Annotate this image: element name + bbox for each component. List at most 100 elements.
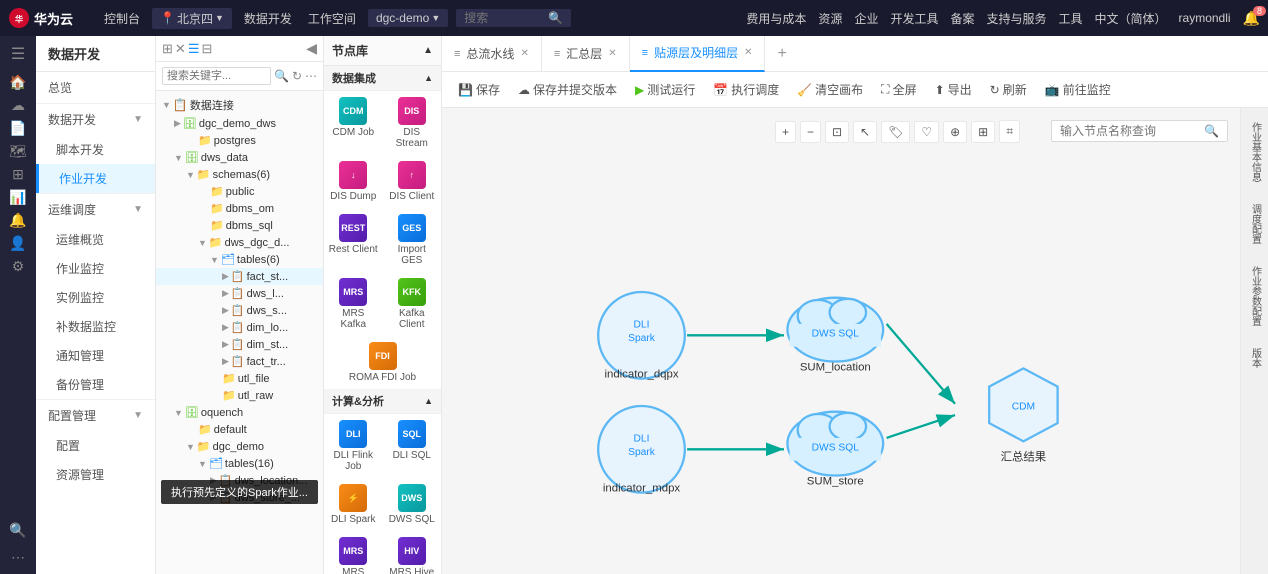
tab-summary-close[interactable]: ✕ bbox=[608, 48, 616, 59]
refresh-button[interactable]: ↻ 刷新 bbox=[982, 79, 1035, 100]
sidebar-icon-more[interactable]: ⋯ bbox=[11, 549, 25, 566]
tag-btn[interactable]: 🏷 bbox=[881, 121, 910, 143]
fit-screen-btn[interactable]: ⊡ bbox=[825, 121, 849, 143]
tree-node-dim-lo[interactable]: ▶ 📋 dim_lo... bbox=[156, 319, 323, 336]
zoom-out-btn[interactable]: − bbox=[800, 121, 821, 143]
tree-node-tables6[interactable]: ▼ 🗂 tables(6) bbox=[156, 251, 323, 268]
nav-item-job-monitor[interactable]: 作业监控 bbox=[36, 254, 155, 283]
nav-location[interactable]: 📍 北京四 ▼ bbox=[152, 8, 232, 29]
nav-item-overview[interactable]: 总览 bbox=[36, 72, 155, 103]
tree-node-public[interactable]: 📁 public bbox=[156, 183, 323, 200]
nav-item-resources[interactable]: 资源管理 bbox=[36, 460, 155, 489]
tree-node-schemas[interactable]: ▼ 📁 schemas(6) bbox=[156, 166, 323, 183]
nav-user[interactable]: raymondli bbox=[1179, 11, 1231, 25]
tree-node-dws-l[interactable]: ▶ 📋 dws_l... bbox=[156, 285, 323, 302]
node-item-mrs-kafka[interactable]: MRS MRS Kafka bbox=[324, 272, 383, 336]
tree-collapse-icon[interactable]: ◀ bbox=[306, 40, 317, 57]
tree-node-oquench[interactable]: ▼ 🗄 oquench bbox=[156, 404, 323, 421]
tree-node-connections[interactable]: ▼ 📋 数据连接 bbox=[156, 95, 323, 115]
prev-monitor-button[interactable]: 📺 前往监控 bbox=[1037, 79, 1119, 100]
nav-item-notify[interactable]: 通知管理 bbox=[36, 341, 155, 370]
tree-search-input[interactable] bbox=[162, 67, 271, 85]
tree-node-utl-raw[interactable]: 📁 utl_raw bbox=[156, 387, 323, 404]
nav-support[interactable]: 支持与服务 bbox=[986, 10, 1046, 27]
tree-icon4[interactable]: ⊟ bbox=[201, 41, 212, 57]
node-item-dis-stream[interactable]: DIS DIS Stream bbox=[383, 91, 442, 155]
export-button[interactable]: ⬆ 导出 bbox=[927, 79, 980, 100]
tab-add-button[interactable]: + bbox=[765, 45, 798, 63]
right-panel-item-version[interactable]: 版本 bbox=[1247, 342, 1263, 374]
tree-node-dbms-sql[interactable]: 📁 dbms_sql bbox=[156, 217, 323, 234]
sidebar-icon-gear[interactable]: ⚙ bbox=[12, 258, 25, 275]
node-connect-btn[interactable]: ⊞ bbox=[971, 121, 995, 143]
tree-more-icon[interactable]: ⋯ bbox=[305, 69, 317, 83]
node-lib-header[interactable]: 节点库 ▲ bbox=[324, 36, 441, 66]
node-item-mrs-hive-sql[interactable]: HIV MRS Hive SQL bbox=[383, 531, 442, 574]
tab-pipeline[interactable]: ≡ 总流水线 ✕ bbox=[442, 36, 542, 72]
right-panel-item-job-info[interactable]: 作业基本信息 bbox=[1247, 116, 1263, 188]
test-run-button[interactable]: ▶ 测试运行 bbox=[627, 79, 703, 100]
nav-item-data-monitor[interactable]: 补数据监控 bbox=[36, 312, 155, 341]
tree-node-default[interactable]: 📁 default bbox=[156, 421, 323, 438]
node-item-dws-sql[interactable]: DWS DWS SQL bbox=[383, 478, 442, 531]
nav-item-ops-overview[interactable]: 运维概览 bbox=[36, 225, 155, 254]
nav-section-data-dev[interactable]: 数据开发 ▼ bbox=[36, 103, 155, 135]
canvas-search-input[interactable] bbox=[1060, 124, 1200, 138]
nav-control-panel[interactable]: 控制台 bbox=[96, 10, 148, 27]
copy-btn[interactable]: ⊕ bbox=[943, 121, 967, 143]
nav-item-script[interactable]: 脚本开发 bbox=[36, 135, 155, 164]
save-button[interactable]: 💾 保存 bbox=[450, 79, 508, 100]
zoom-in-btn[interactable]: + bbox=[775, 121, 796, 143]
tree-icon2[interactable]: ✕ bbox=[175, 41, 186, 57]
nav-archive[interactable]: 备案 bbox=[950, 10, 974, 27]
tree-node-dgc-demo[interactable]: ▼ 📁 dgc_demo bbox=[156, 438, 323, 455]
layout-btn[interactable]: ⌗ bbox=[999, 120, 1020, 143]
canvas-search-icon[interactable]: 🔍 bbox=[1204, 124, 1219, 138]
tree-node-dws-s[interactable]: ▶ 📋 dws_s... bbox=[156, 302, 323, 319]
sidebar-icon-map[interactable]: 🗺 bbox=[9, 143, 27, 160]
heart-btn[interactable]: ♡ bbox=[914, 121, 939, 143]
node-item-rest-client[interactable]: REST Rest Client bbox=[324, 208, 383, 272]
node-item-mrs-spark-sql[interactable]: MRS MRS Spark SQL bbox=[324, 531, 383, 574]
tree-node-fact-st[interactable]: ▶ 📋 fact_st... bbox=[156, 268, 323, 285]
tree-node-dws-dgc[interactable]: ▼ 📁 dws_dgc_d... bbox=[156, 234, 323, 251]
nav-lang[interactable]: 中文（简体） bbox=[1095, 10, 1167, 27]
nav-cost[interactable]: 费用与成本 bbox=[746, 10, 806, 27]
canvas-main[interactable]: 🔍 + − ⊡ ↖ 🏷 ♡ ⊕ ⊞ ⌗ bbox=[442, 108, 1240, 574]
node-item-cdm[interactable]: CDM CDM Job bbox=[324, 91, 383, 155]
right-panel-item-schedule[interactable]: 调度配置 bbox=[1247, 198, 1263, 250]
nav-toolbox[interactable]: 工具 bbox=[1059, 10, 1083, 27]
nav-section-config[interactable]: 配置管理 ▼ bbox=[36, 399, 155, 431]
tree-node-postgres[interactable]: 📁 postgres bbox=[156, 132, 323, 149]
tree-icon3[interactable]: ☰ bbox=[188, 41, 200, 57]
tree-refresh-icon[interactable]: ↻ bbox=[292, 69, 302, 83]
nav-notifications[interactable]: 🔔 8 bbox=[1243, 10, 1260, 27]
tab-detail[interactable]: ≡ 贴源层及明细层 ✕ bbox=[630, 36, 766, 72]
nav-workspace[interactable]: 工作空间 bbox=[300, 10, 364, 27]
node-item-dli-spark[interactable]: ⚡ DLI Spark bbox=[324, 478, 383, 531]
clear-canvas-button[interactable]: 🧹 清空画布 bbox=[789, 79, 871, 100]
sidebar-icon-home[interactable]: 🏠 bbox=[9, 74, 26, 91]
sidebar-icon-code[interactable]: 📄 bbox=[9, 120, 26, 137]
tree-node-fact-tr[interactable]: ▶ 📋 fact_tr... bbox=[156, 353, 323, 370]
tab-pipeline-close[interactable]: ✕ bbox=[520, 48, 528, 59]
node-item-dli-sql[interactable]: SQL DLI SQL bbox=[383, 414, 442, 478]
logo[interactable]: 华 华为云 bbox=[8, 7, 88, 29]
nav-search[interactable]: 🔍 bbox=[456, 9, 571, 27]
exec-schedule-button[interactable]: 📅 执行调度 bbox=[705, 79, 787, 100]
nav-resources[interactable]: 资源 bbox=[818, 10, 842, 27]
node-item-roma-fdi[interactable]: FDI ROMA FDI Job bbox=[324, 336, 441, 389]
nav-data-dev[interactable]: 数据开发 bbox=[236, 10, 300, 27]
nav-enterprise[interactable]: 企业 bbox=[854, 10, 878, 27]
tree-node-dgc-dws[interactable]: ▶ 🗄 dgc_demo_dws bbox=[156, 115, 323, 132]
sidebar-icon-bell[interactable]: 🔔 bbox=[9, 212, 26, 229]
section-integration-header[interactable]: 数据集成 ▲ bbox=[324, 66, 441, 91]
nav-devtools[interactable]: 开发工具 bbox=[890, 10, 938, 27]
tree-node-dim-st[interactable]: ▶ 📋 dim_st... bbox=[156, 336, 323, 353]
tree-icon1[interactable]: ⊞ bbox=[162, 41, 173, 57]
sidebar-icon-grid[interactable]: ⊞ bbox=[12, 166, 24, 183]
node-item-dli-flink[interactable]: DLI DLI Flink Job bbox=[324, 414, 383, 478]
right-panel-item-params[interactable]: 作业参数配置 bbox=[1247, 260, 1263, 332]
nav-env-dropdown[interactable]: dgc-demo ▼ bbox=[368, 9, 448, 27]
node-item-dis-client[interactable]: ↑ DIS Client bbox=[383, 155, 442, 208]
